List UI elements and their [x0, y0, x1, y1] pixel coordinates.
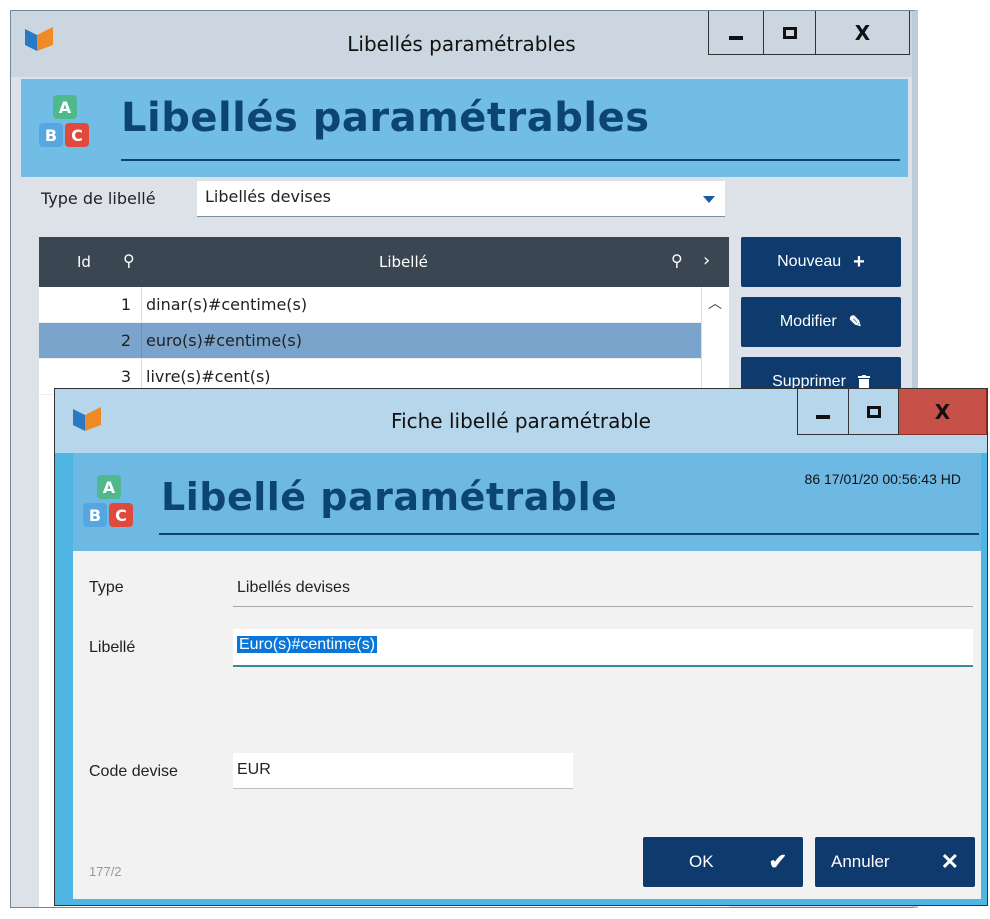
dialog-page-title: Libellé paramétrable — [161, 475, 618, 519]
minimize-button[interactable] — [708, 11, 764, 55]
dialog-close-button[interactable]: X — [899, 389, 987, 435]
modifier-label: Modifier — [779, 313, 837, 330]
footer-code: 177/2 — [89, 864, 122, 879]
type-value: Libellés devises — [237, 579, 350, 596]
grid-body: 1 dinar(s)#centime(s) 2 euro(s)#centime(… — [39, 287, 729, 395]
type-libelle-label: Type de libellé — [41, 189, 156, 208]
scroll-up-icon[interactable]: ︿ — [708, 293, 722, 313]
main-banner: ABC Libellés paramétrables — [21, 79, 908, 177]
main-titlebar[interactable]: Libellés paramétrables X — [11, 11, 912, 77]
dialog-maximize-button[interactable] — [849, 389, 899, 435]
minimize-icon — [816, 414, 830, 419]
close-button[interactable]: X — [816, 11, 910, 55]
record-meta-info: 86 17/01/20 00:56:43 HD — [804, 471, 961, 487]
dialog-window-controls: X — [797, 389, 987, 435]
row-id: 1 — [120, 295, 131, 314]
check-icon: ✔ — [768, 849, 787, 874]
type-field: Libellés devises — [233, 569, 973, 607]
dialog-titlebar[interactable]: Fiche libellé paramétrable X — [55, 389, 987, 453]
abc-blocks-icon: ABC — [83, 475, 135, 533]
dialog-minimize-button[interactable] — [797, 389, 849, 435]
main-page-title: Libellés paramétrables — [121, 95, 650, 141]
maximize-button[interactable] — [764, 11, 816, 55]
dialog-header: ABC Libellé paramétrable 86 17/01/20 00:… — [73, 453, 981, 551]
code-devise-label: Code devise — [89, 763, 178, 780]
table-row[interactable]: 1 dinar(s)#centime(s) — [39, 287, 729, 323]
ok-button[interactable]: OK ✔ — [643, 837, 803, 887]
type-label: Type — [89, 579, 124, 596]
search-libelle-icon[interactable]: ⚲ — [671, 251, 683, 270]
table-row-selected[interactable]: 2 euro(s)#centime(s) — [39, 323, 729, 359]
main-window-controls: X — [708, 11, 910, 55]
search-id-icon[interactable]: ⚲ — [123, 251, 135, 270]
libelle-label: Libellé — [89, 639, 136, 656]
annuler-button[interactable]: Annuler ✕ — [815, 837, 975, 887]
dialog-body: Type Libellés devises Libellé Euro(s)#ce… — [73, 551, 981, 899]
fiche-dialog: Fiche libellé paramétrable X ABC Libellé… — [54, 388, 988, 906]
minimize-icon — [729, 35, 743, 40]
plus-icon: + — [853, 250, 865, 273]
chevron-down-icon[interactable] — [703, 196, 715, 203]
column-header-libelle[interactable]: Libellé — [379, 253, 428, 271]
column-header-id[interactable]: Id — [77, 253, 91, 271]
nouveau-button[interactable]: Nouveau + — [741, 237, 901, 287]
row-id: 2 — [120, 331, 131, 350]
pencil-icon: ✎ — [848, 314, 863, 331]
chevron-right-icon[interactable]: › — [703, 250, 710, 271]
nouveau-label: Nouveau — [777, 253, 842, 270]
code-devise-value: EUR — [237, 761, 271, 778]
maximize-icon — [782, 26, 797, 39]
code-devise-input[interactable]: EUR — [233, 753, 573, 789]
ok-label: OK — [689, 852, 714, 871]
x-icon: ✕ — [940, 849, 959, 874]
modifier-button[interactable]: Modifier ✎ — [741, 297, 901, 347]
maximize-icon — [866, 405, 881, 418]
banner-underline — [121, 159, 900, 161]
libelle-value: Euro(s)#centime(s) — [237, 636, 378, 653]
abc-blocks-icon: ABC — [39, 95, 91, 153]
row-id: 3 — [120, 367, 131, 386]
app-logo-icon — [73, 407, 101, 431]
row-libelle: dinar(s)#centime(s) — [141, 287, 729, 322]
trash-icon — [857, 375, 870, 389]
type-libelle-select[interactable]: Libellés devises — [197, 181, 725, 217]
header-underline — [159, 533, 979, 535]
row-libelle: euro(s)#centime(s) — [141, 323, 729, 358]
libelle-input[interactable]: Euro(s)#centime(s) — [233, 629, 973, 667]
grid-header: Id ⚲ Libellé ⚲ › — [39, 237, 729, 287]
annuler-label: Annuler — [831, 852, 890, 871]
type-libelle-value: Libellés devises — [205, 187, 331, 206]
app-logo-icon — [25, 27, 53, 51]
close-icon: X — [854, 20, 871, 45]
close-icon: X — [934, 399, 951, 424]
